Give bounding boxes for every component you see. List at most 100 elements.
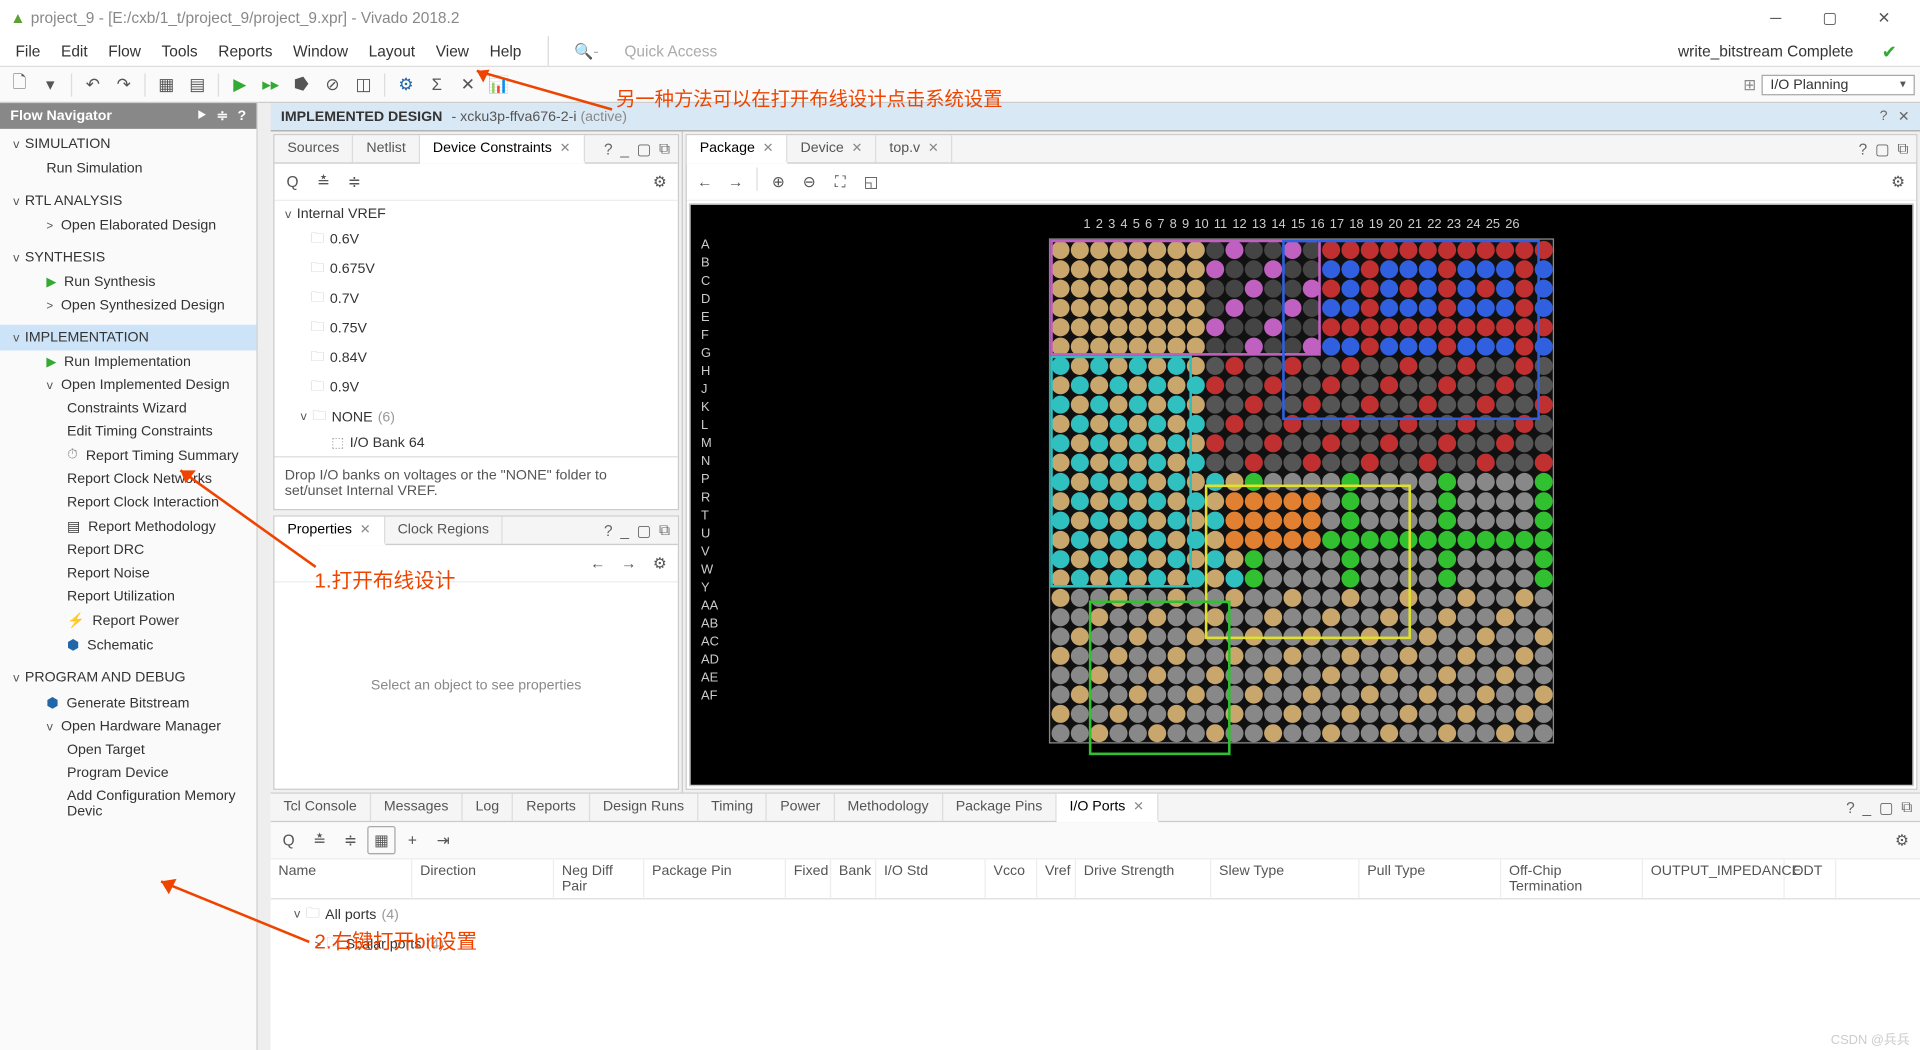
bga-pin[interactable] [1437, 434, 1455, 452]
nav-item[interactable]: > Open Synthesized Design [0, 294, 256, 317]
chevron-icon[interactable]: > [46, 219, 53, 232]
bga-pin[interactable] [1437, 685, 1455, 703]
bga-pin[interactable] [1360, 685, 1378, 703]
bga-pin[interactable] [1263, 376, 1281, 394]
chevron-down-icon[interactable]: ⅴ [13, 251, 20, 265]
bga-pin[interactable] [1360, 724, 1378, 742]
bga-pin[interactable] [1302, 704, 1320, 722]
tab-top-v[interactable]: top.v✕ [877, 135, 953, 162]
help-icon[interactable]: ? [604, 521, 613, 539]
tab-netlist[interactable]: Netlist [354, 135, 420, 162]
bga-pin[interactable] [1379, 685, 1397, 703]
bga-pin[interactable] [1515, 511, 1533, 529]
nav-item[interactable]: ⅴ Open Implemented Design [0, 374, 256, 397]
tab-package[interactable]: Package✕ [687, 135, 788, 163]
bga-pin[interactable] [1051, 666, 1069, 684]
bga-pin[interactable] [1263, 685, 1281, 703]
package-view[interactable]: 1234567891011121314151617181920212223242… [689, 204, 1913, 786]
bga-pin[interactable] [1534, 472, 1552, 490]
bga-pin[interactable] [1515, 492, 1533, 510]
bga-pin[interactable] [1418, 530, 1436, 548]
bga-pin[interactable] [1341, 704, 1359, 722]
bga-pin[interactable] [1418, 434, 1436, 452]
bga-pin[interactable] [1360, 666, 1378, 684]
bga-pin[interactable] [1205, 414, 1223, 432]
bga-pin[interactable] [1418, 608, 1436, 626]
nav-item[interactable]: Report Clock Interaction [0, 491, 256, 514]
chevron-down-icon[interactable]: ⅴ [13, 331, 20, 345]
tab-tcl-console[interactable]: Tcl Console [271, 794, 371, 821]
bga-pin[interactable] [1263, 453, 1281, 471]
collapse-all-icon[interactable]: ≛ [305, 826, 333, 854]
bga-pin[interactable] [1534, 588, 1552, 606]
col-header[interactable]: Bank [831, 859, 876, 898]
maximize-icon[interactable]: ▢ [637, 521, 652, 539]
bga-pin[interactable] [1244, 395, 1262, 413]
bga-pin[interactable] [1263, 646, 1281, 664]
save-icon[interactable]: ▾ [36, 70, 64, 98]
bga-pin[interactable] [1457, 724, 1475, 742]
bga-pin[interactable] [1476, 434, 1494, 452]
tab-sources[interactable]: Sources [274, 135, 353, 162]
bga-pin[interactable] [1437, 569, 1455, 587]
tree-item[interactable]: 🗀 0.7V [274, 283, 677, 313]
expand-all-icon[interactable]: ≑ [336, 826, 364, 854]
close-tab-icon[interactable]: ✕ [1133, 800, 1144, 814]
bga-pin[interactable] [1244, 666, 1262, 684]
nav-item[interactable]: > Open Elaborated Design [0, 214, 256, 237]
bga-pin[interactable] [1321, 666, 1339, 684]
bga-pin[interactable] [1495, 569, 1513, 587]
bga-pin[interactable] [1534, 646, 1552, 664]
add-icon[interactable]: + [398, 826, 426, 854]
bga-pin[interactable] [1418, 724, 1436, 742]
bga-pin[interactable] [1534, 685, 1552, 703]
bga-pin[interactable] [1263, 724, 1281, 742]
bga-pin[interactable] [1476, 588, 1494, 606]
bga-pin[interactable] [1399, 685, 1417, 703]
bga-pin[interactable] [1205, 356, 1223, 374]
forward-icon[interactable]: → [615, 549, 643, 577]
bga-pin[interactable] [1418, 550, 1436, 568]
bga-pin[interactable] [1495, 472, 1513, 490]
bga-pin[interactable] [1495, 434, 1513, 452]
bga-pin[interactable] [1244, 356, 1262, 374]
maximize-icon[interactable]: ▢ [1879, 798, 1894, 816]
bga-pin[interactable] [1457, 646, 1475, 664]
bga-pin[interactable] [1515, 530, 1533, 548]
nav-item[interactable]: Report DRC [0, 539, 256, 562]
tab-device-constraints[interactable]: Device Constraints✕ [420, 135, 585, 163]
bga-pin[interactable] [1476, 550, 1494, 568]
close-tab-icon[interactable]: ✕ [852, 142, 863, 156]
layout-dropdown[interactable]: I/O Planning ▾ [1761, 74, 1914, 95]
expand-icon[interactable]: ≑ [216, 108, 228, 123]
menu-view[interactable]: View [425, 35, 479, 66]
bga-pin[interactable] [1070, 627, 1088, 645]
new-icon[interactable]: 🗋 [5, 70, 33, 98]
minimize-icon[interactable]: _ [620, 140, 629, 158]
nav-section-synthesis[interactable]: ⅴ SYNTHESIS [0, 245, 256, 271]
bga-pin[interactable] [1379, 453, 1397, 471]
bga-pin[interactable] [1244, 646, 1262, 664]
tab-i-o-ports[interactable]: I/O Ports✕ [1057, 794, 1159, 822]
forward-icon[interactable]: → [722, 168, 750, 196]
zoom-in-icon[interactable]: ⊕ [764, 168, 792, 196]
back-icon[interactable]: ← [584, 549, 612, 577]
bga-pin[interactable] [1341, 453, 1359, 471]
nav-section-program-and-debug[interactable]: ⅴ PROGRAM AND DEBUG [0, 665, 256, 691]
bga-pin[interactable] [1534, 434, 1552, 452]
bga-pin[interactable] [1321, 646, 1339, 664]
chevron-icon[interactable]: > [46, 299, 53, 312]
bga-pin[interactable] [1534, 724, 1552, 742]
bga-pin[interactable] [1205, 453, 1223, 471]
bga-pin[interactable] [1051, 724, 1069, 742]
nav-item[interactable]: ⅴ Open Hardware Manager [0, 715, 256, 738]
bga-pin[interactable] [1360, 434, 1378, 452]
col-header[interactable]: Slew Type [1211, 859, 1359, 898]
menu-edit[interactable]: Edit [51, 35, 98, 66]
bga-pin[interactable] [1534, 550, 1552, 568]
nav-section-rtl-analysis[interactable]: ⅴ RTL ANALYSIS [0, 188, 256, 214]
bga-pin[interactable] [1263, 666, 1281, 684]
bga-pin[interactable] [1457, 685, 1475, 703]
nav-item[interactable]: Run Simulation [0, 157, 256, 180]
tab-timing[interactable]: Timing [698, 794, 767, 821]
